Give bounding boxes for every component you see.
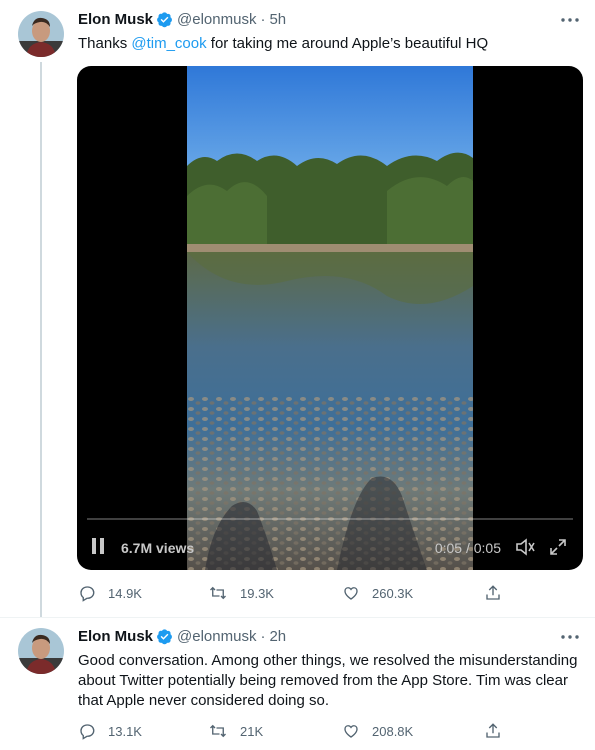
more-icon[interactable] [559,12,581,28]
video-view-count: 6.7M views [121,540,195,556]
author-name[interactable]: Elon Musk [78,11,153,28]
timestamp[interactable]: 5h [269,11,286,28]
video-progress-track[interactable] [87,518,573,520]
like-icon [344,725,358,738]
like-button[interactable]: 208.8K [342,722,413,740]
tweet-text-suffix: for taking me around Apple’s beautiful H… [206,35,489,52]
share-icon [486,585,500,600]
separator-dot: · [260,11,266,28]
tweet-text: Thanks @tim_cook for taking me around Ap… [78,34,583,54]
author-handle[interactable]: @elonmusk [177,11,256,28]
tweet[interactable]: Elon Musk @elonmusk · 2h Good conversati… [0,617,595,750]
tweet-text: Good conversation. Among other things, w… [78,651,583,711]
more-icon[interactable] [559,629,581,645]
share-icon [486,723,500,738]
reply-button[interactable]: 14.9K [78,584,142,602]
tweet-header: Elon Musk @elonmusk · 2h [78,628,286,645]
tweet-header: Elon Musk @elonmusk · 5h [78,11,286,28]
like-count: 208.8K [372,723,414,739]
separator-dot: · [260,628,266,645]
mention-link[interactable]: @tim_cook [131,35,206,52]
retweet-count: 19.3K [240,585,274,601]
reply-count: 14.9K [108,585,142,601]
share-button[interactable] [484,722,514,740]
video-frame[interactable] [187,66,473,570]
like-button[interactable]: 260.3K [342,584,413,602]
tweet-text-line: about Twitter potentially being removed … [78,672,568,689]
avatar[interactable] [18,628,64,674]
reply-button[interactable]: 13.1K [78,722,142,740]
video-player[interactable]: 6.7M views 0:05 / 0:05 [77,66,583,570]
retweet-icon [210,586,226,600]
verified-badge-icon [156,628,173,645]
volume-icon[interactable] [515,538,535,561]
author-name[interactable]: Elon Musk [78,628,153,645]
retweet-button[interactable]: 21K [208,722,263,740]
avatar[interactable] [18,11,64,57]
reply-count: 13.1K [108,723,142,739]
like-count: 260.3K [372,585,414,601]
video-time: 0:05 / 0:05 [434,540,501,556]
action-bar: 13.1K 21K 208.8K [78,721,583,741]
tweet[interactable]: Elon Musk @elonmusk · 5h Thanks @tim_coo… [0,0,595,617]
tweet-text-prefix: Thanks [78,35,132,52]
verified-badge-icon [156,11,173,28]
like-icon [344,587,358,600]
retweet-count: 21K [240,723,264,739]
retweet-button[interactable]: 19.3K [208,584,274,602]
reply-icon [80,586,95,602]
timestamp[interactable]: 2h [269,628,286,645]
tweet-text-line: Good conversation. Among other things, w… [78,652,578,669]
share-button[interactable] [484,584,514,602]
tweet-text-line: that Apple never considered doing so. [78,692,330,709]
thread-connector [40,62,42,617]
author-handle[interactable]: @elonmusk [177,628,256,645]
pause-icon[interactable] [92,538,108,556]
action-bar: 14.9K 19.3K 260.3K [78,583,583,603]
reply-icon [80,724,95,740]
fullscreen-icon[interactable] [549,538,567,561]
retweet-icon [210,724,226,738]
